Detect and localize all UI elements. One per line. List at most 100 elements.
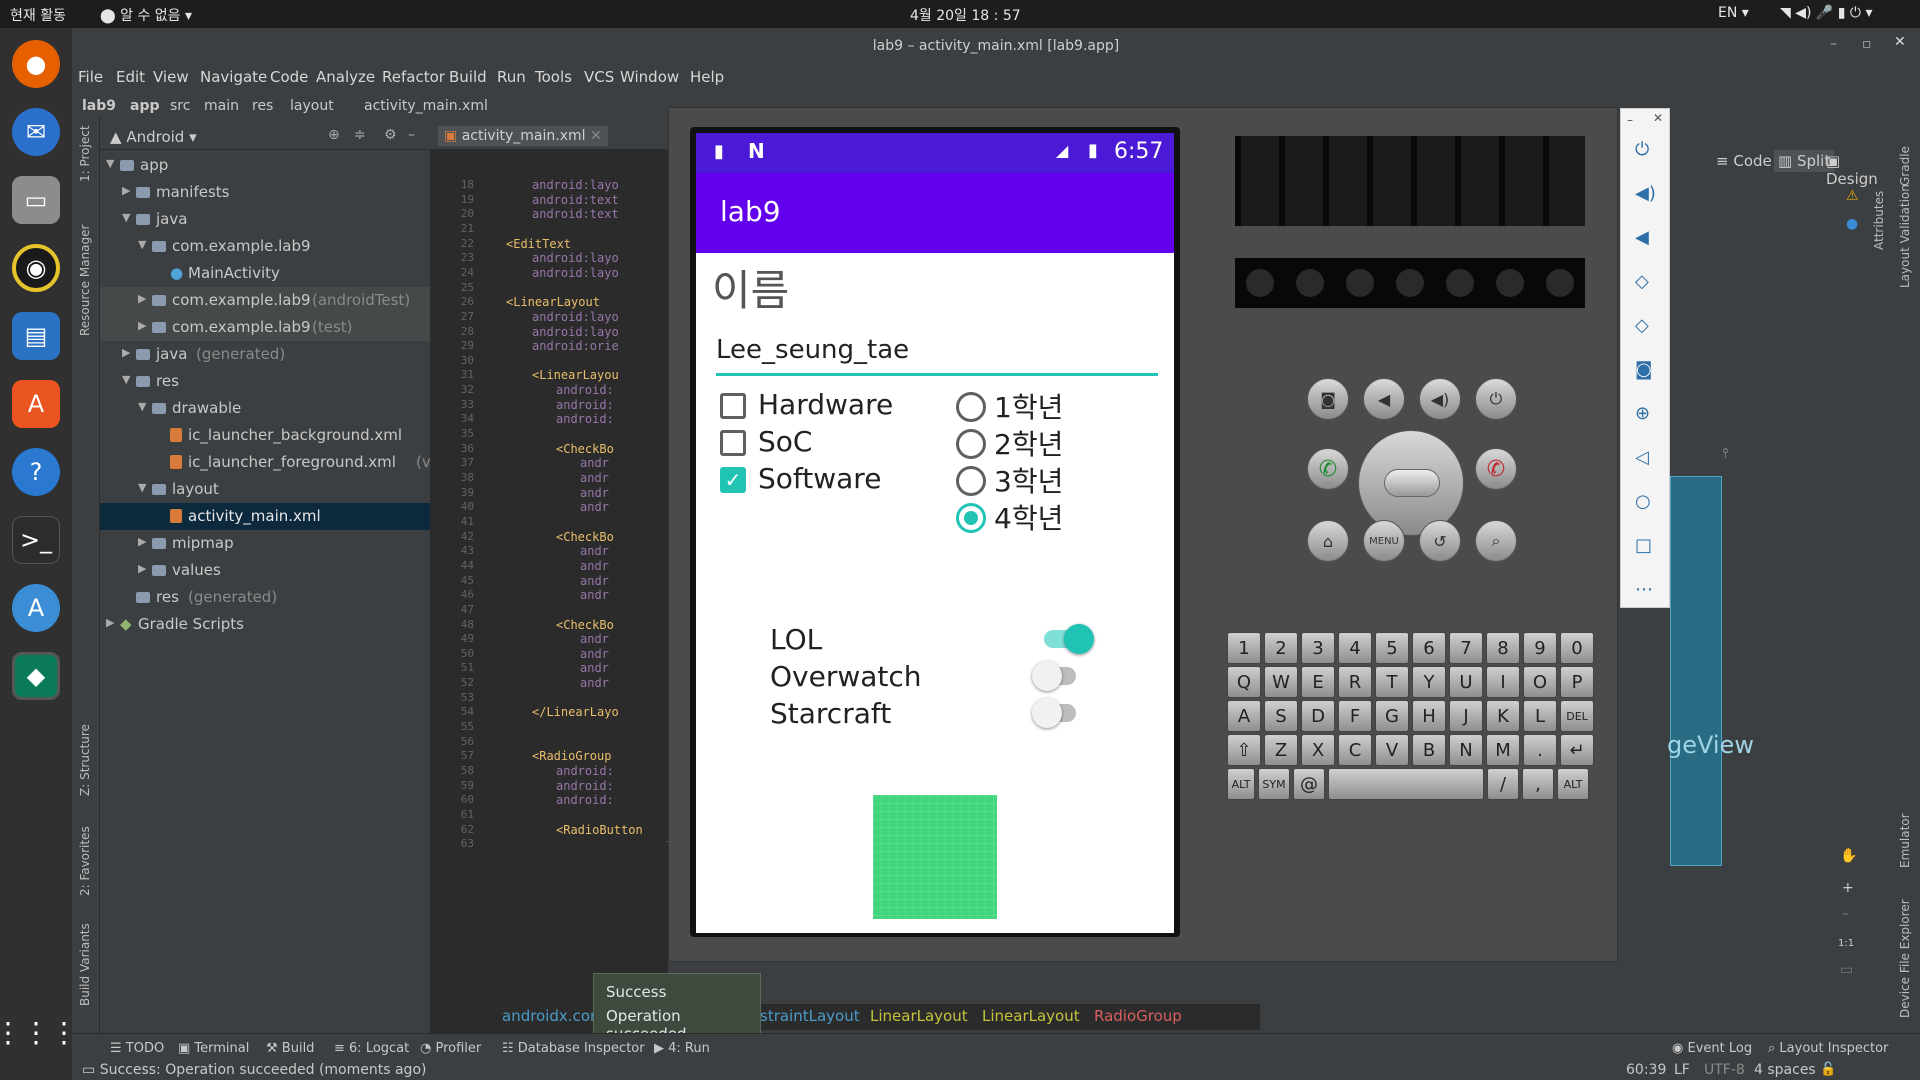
design-preview[interactable]: geView [1667,476,1754,866]
gradle-tab[interactable]: Gradle [1898,146,1912,186]
key-alt[interactable]: ALT [1227,768,1255,800]
key-↵[interactable]: ↵ [1560,734,1594,766]
project-view-selector[interactable]: ▲ Android ▾ [110,128,197,146]
key-/[interactable]: / [1487,768,1519,800]
pan-icon[interactable]: ✋ [1840,848,1857,864]
breadcrumb-src[interactable]: src [170,98,190,114]
crumb-linearlayout-2[interactable]: LinearLayout [982,1007,1080,1025]
menu-help[interactable]: Help [690,68,724,86]
key-x[interactable]: X [1301,734,1335,766]
breadcrumb-layout[interactable]: layout [290,98,334,114]
menu-file[interactable]: File [78,68,103,86]
maximize-icon[interactable]: ▫ [1862,36,1872,52]
key-1[interactable]: 1 [1227,632,1261,664]
key-l[interactable]: L [1523,700,1557,732]
crumb-radiogroup[interactable]: RadioGroup [1094,1007,1182,1025]
volume-up-button[interactable]: ◀) [1419,378,1461,420]
key-a[interactable]: A [1227,700,1261,732]
menu-view[interactable]: View [153,68,189,86]
emu-close-icon[interactable]: ✕ [1653,111,1663,125]
key-i[interactable]: I [1486,666,1520,698]
breadcrumb-main[interactable]: main [204,98,239,114]
zoom-actual-icon[interactable]: 1:1 [1838,938,1854,949]
crumb-linearlayout-1[interactable]: LinearLayout [870,1007,968,1025]
locate-icon[interactable]: ⊕ [328,127,340,143]
emu-overview-icon[interactable]: □ [1635,535,1652,556]
radio-year-4[interactable] [956,503,986,533]
database-inspector-tab[interactable]: ☷ Database Inspector [502,1041,645,1056]
key-3[interactable]: 3 [1301,632,1335,664]
run-tab[interactable]: ▶ 4: Run [654,1041,710,1056]
menu-run[interactable]: Run [497,68,526,86]
device-file-explorer-tab[interactable]: Device File Explorer [1898,899,1912,1018]
gear-icon[interactable]: ⚙ [384,127,397,143]
key-9[interactable]: 9 [1523,632,1557,664]
emu-home-icon[interactable]: ○ [1635,491,1651,512]
key-t[interactable]: T [1375,666,1409,698]
device-screen[interactable]: ▮ N ◢ ▮ 6:57 lab9 이름 Lee_seung_tae Hardw… [696,133,1174,933]
key-h[interactable]: H [1412,700,1446,732]
key-@[interactable]: @ [1293,768,1325,800]
crumb-constraintlayout[interactable]: straintLayout [760,1007,860,1025]
emu-rotate-right-icon[interactable]: ◇ [1635,315,1649,336]
key-0[interactable]: 0 [1560,632,1594,664]
key-s[interactable]: S [1264,700,1298,732]
key-j[interactable]: J [1449,700,1483,732]
hide-icon[interactable]: – [408,127,415,143]
emu-back-icon[interactable]: ◁ [1635,447,1649,468]
terminal-icon[interactable]: >_ [12,516,60,564]
emulator-tab[interactable]: Emulator [1898,813,1912,868]
radio-year-1[interactable] [956,392,986,422]
emulator-icon[interactable]: ◆ [12,652,60,700]
libreoffice-writer-icon[interactable]: ▤ [12,312,60,360]
pin-icon[interactable]: ⫯ [1722,446,1728,462]
thunderbird-icon[interactable]: ✉ [12,108,60,156]
software-center-icon[interactable]: A [12,380,60,428]
attributes-tab[interactable]: Attributes [1872,191,1886,250]
build-variants-tab[interactable]: Build Variants [78,923,92,1006]
key-b[interactable]: B [1412,734,1446,766]
code-area[interactable]: 18 android:layo 19 android:text 20 android:te… [430,178,789,1008]
info-icon[interactable]: ● [1846,216,1858,232]
help-icon[interactable]: ? [12,448,60,496]
build-tab[interactable]: ⚒ Build [266,1041,314,1056]
key-8[interactable]: 8 [1486,632,1520,664]
key-del[interactable]: DEL [1560,700,1594,732]
design-mode-button[interactable]: ▣ Design [1826,152,1892,188]
menu-build[interactable]: Build [449,68,487,86]
layout-inspector-tab[interactable]: ⌕ Layout Inspector [1768,1041,1888,1056]
todo-tab[interactable]: ☰ TODO [110,1041,164,1056]
success-notification[interactable]: Success Operation succeeded [593,973,761,1043]
key-q[interactable]: Q [1227,666,1261,698]
show-apps-icon[interactable]: ⋮⋮⋮ [0,1008,78,1056]
breadcrumb-file[interactable]: activity_main.xml [364,98,488,114]
key-w[interactable]: W [1264,666,1298,698]
key-d[interactable]: D [1301,700,1335,732]
key-g[interactable]: G [1375,700,1409,732]
key-y[interactable]: Y [1412,666,1446,698]
checkbox-soc[interactable] [720,430,746,456]
tab-activity-main[interactable]: ▣ activity_main.xml ✕ [438,126,608,146]
key-n[interactable]: N [1449,734,1483,766]
layout-validation-tab[interactable]: Layout Validation [1898,184,1912,288]
radio-year-3[interactable] [956,466,986,496]
collapse-icon[interactable]: ≑ [354,127,366,143]
key-.[interactable]: . [1523,734,1557,766]
language-indicator[interactable]: EN ▾ [1718,5,1749,21]
lock-icon[interactable]: 🔓 [1820,1062,1836,1077]
key-o[interactable]: O [1523,666,1557,698]
zoom-out-icon[interactable]: – [1842,906,1849,922]
zoom-in-icon[interactable]: + [1842,880,1854,896]
radio-year-2[interactable] [956,429,986,459]
menu-vcs[interactable]: VCS [584,68,614,86]
breadcrumb-app[interactable]: app [130,98,160,114]
crumb-constraintlayout-root[interactable]: androidx.cons [502,1007,607,1025]
terminal-tab[interactable]: ▣ Terminal [178,1041,249,1056]
dpad[interactable] [1358,430,1464,536]
home-button[interactable]: ⌂ [1307,520,1349,562]
key-z[interactable]: Z [1264,734,1298,766]
key-7[interactable]: 7 [1449,632,1483,664]
emu-volume-up-icon[interactable]: ◀) [1635,183,1656,204]
key-2[interactable]: 2 [1264,632,1298,664]
end-call-button[interactable]: ✆ [1475,448,1517,490]
